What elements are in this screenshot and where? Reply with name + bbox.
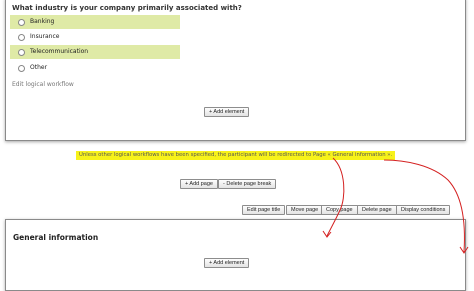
add-element-button[interactable]: + Add element — [204, 107, 250, 117]
option-other[interactable]: Other — [10, 61, 180, 75]
delete-page-break-button[interactable]: - Delete page break — [218, 179, 277, 189]
question-text: What industry is your company primarily … — [12, 4, 242, 12]
add-element-button[interactable]: + Add element — [204, 258, 250, 268]
radio-button[interactable] — [18, 19, 25, 26]
radio-button[interactable] — [18, 49, 25, 56]
radio-button[interactable] — [18, 34, 25, 41]
display-conditions-button[interactable]: Display conditions — [396, 205, 451, 215]
question-panel: What industry is your company primarily … — [5, 0, 466, 141]
option-banking[interactable]: Banking — [10, 15, 180, 29]
add-page-button[interactable]: + Add page — [180, 179, 218, 189]
move-page-button[interactable]: Move page — [286, 205, 324, 215]
option-telecommunication[interactable]: Telecommunication — [10, 45, 180, 59]
option-label: Telecommunication — [30, 48, 89, 55]
option-label: Insurance — [30, 33, 60, 40]
edit-page-title-button[interactable]: Edit page title — [242, 205, 286, 215]
copy-page-button[interactable]: Copy page — [321, 205, 358, 215]
option-insurance[interactable]: Insurance — [10, 30, 180, 44]
option-label: Other — [30, 64, 48, 71]
radio-button[interactable] — [18, 65, 25, 72]
page-panel-general-information: General information + Add element — [5, 219, 466, 291]
delete-page-button[interactable]: Delete page — [357, 205, 397, 215]
option-label: Banking — [30, 18, 55, 25]
edit-logical-workflow-link[interactable]: Edit logical workflow — [12, 81, 74, 88]
redirect-notice: Unless other logical workflows have been… — [76, 151, 396, 160]
section-title: General information — [13, 233, 99, 242]
